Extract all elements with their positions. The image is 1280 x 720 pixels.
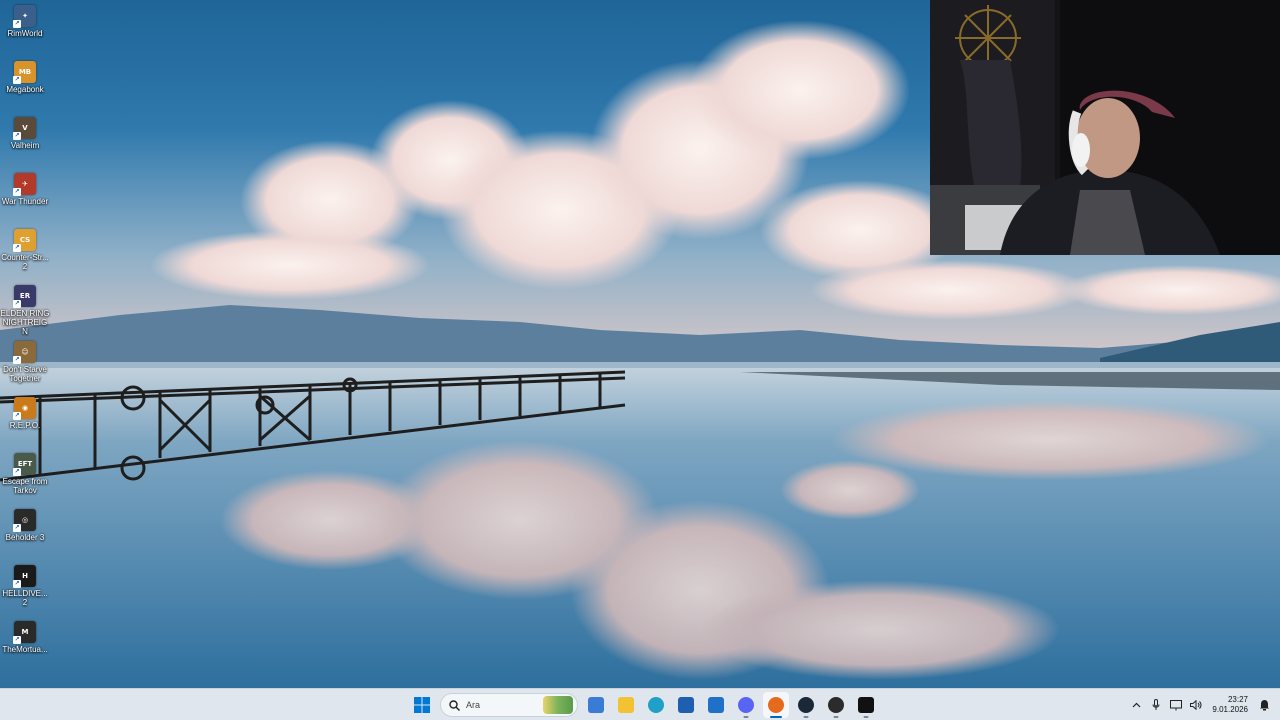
desktop-shortcut-label: Don't Starve Together (3, 365, 47, 383)
microphone-tray-button[interactable] (1146, 693, 1166, 717)
desktop-shortcut[interactable]: ✦ ↗ RimWorld (0, 5, 50, 38)
speaker-icon (1190, 700, 1202, 710)
megabonk-icon: MB ↗ (13, 61, 36, 84)
desktop-shortcut[interactable]: CS ↗ Counter-Str... 2 (0, 229, 50, 271)
shortcut-arrow-icon: ↗ (13, 468, 21, 476)
taskbar-app-button[interactable] (793, 692, 819, 718)
desktop-shortcut[interactable]: M ↗ TheMortua... (0, 621, 50, 654)
desktop-shortcut-label: Megabonk (6, 85, 44, 94)
network-tray-button[interactable] (1166, 693, 1186, 717)
taskbar-app-button[interactable] (673, 692, 699, 718)
volume-tray-button[interactable] (1186, 693, 1206, 717)
taskbar-app-button[interactable] (853, 692, 879, 718)
streamer-webcam-feed (930, 0, 1280, 255)
desktop-shortcut[interactable]: V ↗ Valheim (0, 117, 50, 150)
desktop-shortcut-label: RimWorld (7, 29, 43, 38)
microphone-icon (1152, 699, 1160, 710)
search-icon (449, 699, 460, 711)
chevron-up-icon (1132, 702, 1140, 708)
taskbar: Ara 23:27 9.01.2026 (0, 688, 1280, 720)
search-highlight-image (543, 696, 573, 714)
obs-icon (828, 697, 844, 713)
valheim-icon: V ↗ (13, 117, 36, 140)
show-hidden-icons-button[interactable] (1126, 693, 1146, 717)
bell-icon (1259, 700, 1269, 711)
taskbar-search-box[interactable]: Ara (440, 693, 578, 717)
taskbar-center: Ara (407, 689, 881, 720)
counter-strike-2-icon: CS ↗ (13, 229, 36, 252)
taskbar-app-button[interactable] (823, 692, 849, 718)
desktop-shortcut[interactable]: ◎ ↗ Beholder 3 (0, 509, 50, 542)
discord-icon (738, 697, 754, 713)
desktop-shortcut[interactable]: EFT ↗ Escape from Tarkov (0, 453, 50, 495)
desktop-shortcut[interactable]: ER ↗ ELDEN RING NIGHTREIGN (0, 285, 50, 336)
shortcut-arrow-icon: ↗ (13, 636, 21, 644)
windows-logo-icon (414, 697, 430, 713)
shortcut-arrow-icon: ↗ (13, 580, 21, 588)
network-monitor-icon (1170, 699, 1182, 710)
clock-date: 9.01.2026 (1212, 705, 1248, 714)
taskbar-clock[interactable]: 23:27 9.01.2026 (1206, 695, 1248, 715)
shortcut-arrow-icon: ↗ (13, 412, 21, 420)
shortcut-arrow-icon: ↗ (13, 20, 21, 28)
war-thunder-icon: ✈ ↗ (13, 173, 36, 196)
desktop-shortcut-label: HELLDIVE... 2 (2, 589, 48, 607)
desktop-shortcut-label: Beholder 3 (5, 533, 45, 542)
helldivers-2-icon: H ↗ (13, 565, 36, 588)
webcam-overlay (930, 0, 1280, 255)
desktop-shortcut[interactable]: H ↗ HELLDIVE... 2 (0, 565, 50, 607)
escape-from-tarkov-icon: EFT ↗ (13, 453, 36, 476)
shortcut-arrow-icon: ↗ (13, 244, 21, 252)
running-indicator (770, 716, 782, 718)
running-indicator (863, 716, 869, 718)
start-button[interactable] (409, 692, 435, 718)
store-bag-icon (678, 697, 694, 713)
shortcut-arrow-icon: ↗ (13, 188, 21, 196)
running-indicator (743, 716, 749, 718)
taskbar-app-button[interactable] (763, 692, 789, 718)
taskbar-app-button[interactable] (583, 692, 609, 718)
desktop-shortcut-label: Valheim (10, 141, 40, 150)
desktop-shortcut[interactable]: ✈ ↗ War Thunder (0, 173, 50, 206)
epic-games-icon (858, 697, 874, 713)
desktop-shortcut-label: War Thunder (1, 197, 49, 206)
taskbar-app-button[interactable] (703, 692, 729, 718)
firefox-icon (768, 697, 784, 713)
shortcut-arrow-icon: ↗ (13, 76, 21, 84)
desktop-shortcut-label: R.E.P.O. (9, 421, 41, 430)
running-indicator (803, 716, 809, 718)
shortcut-arrow-icon: ↗ (13, 300, 21, 308)
desktop-shortcut-label: Counter-Str... 2 (1, 253, 49, 271)
search-placeholder: Ara (466, 700, 481, 710)
steam-icon (798, 697, 814, 713)
shortcut-arrow-icon: ↗ (13, 356, 21, 364)
outlook-icon (708, 697, 724, 713)
elden-ring-nightreign-icon: ER ↗ (13, 285, 36, 308)
desktop-shortcut-label: TheMortua... (2, 645, 48, 654)
repo-icon: ◉ ↗ (13, 397, 36, 420)
taskbar-app-button[interactable] (733, 692, 759, 718)
desktop-shortcut-label: ELDEN RING NIGHTREIGN (0, 309, 50, 336)
desktop-shortcut-label: Escape from Tarkov (2, 477, 48, 495)
microsoft-store-icon (588, 697, 604, 713)
clock-time: 23:27 (1227, 695, 1248, 704)
dont-starve-together-icon: ☺ ↗ (13, 341, 36, 364)
file-explorer-icon (618, 697, 634, 713)
beholder-3-icon: ◎ ↗ (13, 509, 36, 532)
rimworld-icon: ✦ ↗ (13, 5, 36, 28)
running-indicator (833, 716, 839, 718)
edge-browser-icon (648, 697, 664, 713)
shortcut-arrow-icon: ↗ (13, 524, 21, 532)
system-tray: 23:27 9.01.2026 (1126, 689, 1280, 720)
desktop-shortcut[interactable]: MB ↗ Megabonk (0, 61, 50, 94)
desktop-shortcut[interactable]: ☺ ↗ Don't Starve Together (0, 341, 50, 383)
shortcut-arrow-icon: ↗ (13, 132, 21, 140)
desktop-shortcut[interactable]: ◉ ↗ R.E.P.O. (0, 397, 50, 430)
taskbar-app-button[interactable] (613, 692, 639, 718)
desktop-icon-column: ✦ ↗ RimWorld MB ↗ Megabonk V ↗ Valheim ✈ ↗ War Thun… (0, 0, 52, 688)
taskbar-app-button[interactable] (643, 692, 669, 718)
notifications-button[interactable] (1254, 693, 1274, 717)
the-mortuary-icon: M ↗ (13, 621, 36, 644)
